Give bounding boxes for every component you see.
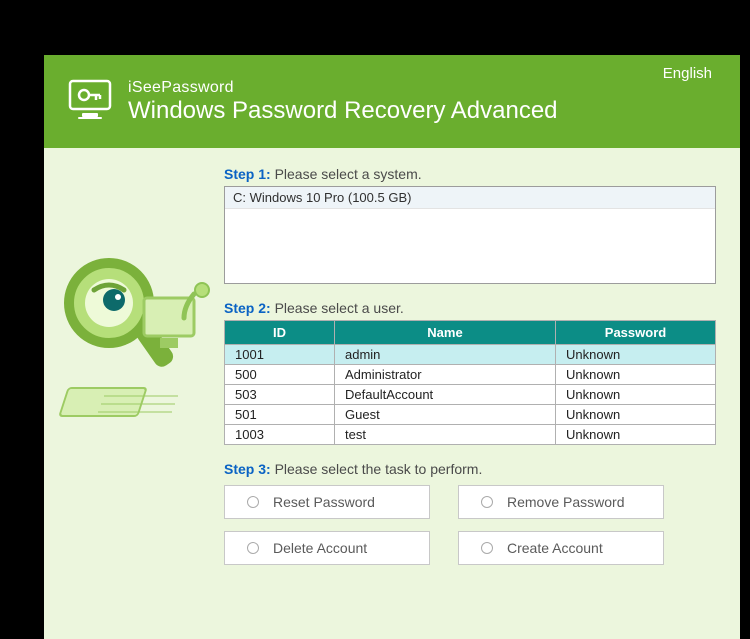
table-row[interactable]: 501 Guest Unknown [225, 405, 716, 425]
main-content: Step 1: Please select a system. C: Windo… [224, 148, 740, 639]
mascot-icon [54, 248, 214, 438]
header: English iSeePassword Windows Password Re… [44, 55, 740, 148]
radio-icon [247, 496, 259, 508]
brand-big: Windows Password Recovery Advanced [128, 97, 558, 125]
app-window: English iSeePassword Windows Password Re… [44, 55, 740, 639]
step1-section: Step 1: Please select a system. C: Windo… [224, 166, 716, 284]
col-name[interactable]: Name [335, 321, 556, 345]
user-table: ID Name Password 1001 admin Unknown 500 [224, 320, 716, 445]
brand-small: iSeePassword [128, 79, 558, 97]
step2-section: Step 2: Please select a user. ID Name Pa… [224, 300, 716, 445]
system-list[interactable]: C: Windows 10 Pro (100.5 GB) [224, 186, 716, 284]
col-id[interactable]: ID [225, 321, 335, 345]
radio-icon [481, 542, 493, 554]
remove-password-button[interactable]: Remove Password [458, 485, 664, 519]
table-row[interactable]: 1001 admin Unknown [225, 345, 716, 365]
step3-section: Step 3: Please select the task to perfor… [224, 461, 716, 565]
system-item[interactable]: C: Windows 10 Pro (100.5 GB) [225, 187, 715, 209]
col-password[interactable]: Password [556, 321, 716, 345]
radio-icon [481, 496, 493, 508]
radio-icon [247, 542, 259, 554]
sidebar-mascot [44, 148, 224, 639]
step3-label: Step 3: Please select the task to perfor… [224, 461, 716, 477]
create-account-button[interactable]: Create Account [458, 531, 664, 565]
step1-label: Step 1: Please select a system. [224, 166, 716, 182]
reset-password-button[interactable]: Reset Password [224, 485, 430, 519]
table-row[interactable]: 503 DefaultAccount Unknown [225, 385, 716, 405]
table-row[interactable]: 1003 test Unknown [225, 425, 716, 445]
table-row[interactable]: 500 Administrator Unknown [225, 365, 716, 385]
step2-label: Step 2: Please select a user. [224, 300, 716, 316]
brand-text: iSeePassword Windows Password Recovery A… [128, 79, 558, 125]
language-selector[interactable]: English [663, 65, 712, 82]
brand: iSeePassword Windows Password Recovery A… [66, 75, 718, 128]
monitor-key-icon [66, 75, 114, 128]
delete-account-button[interactable]: Delete Account [224, 531, 430, 565]
